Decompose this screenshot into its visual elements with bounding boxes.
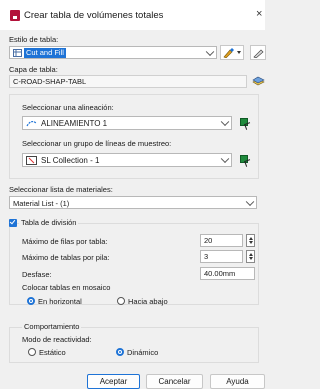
sample-lines-label: Seleccionar un grupo de líneas de muestr… [22,139,172,148]
pick-style-button[interactable] [250,45,266,60]
max-rows-label: Máximo de filas por tabla: [22,237,108,246]
reactivity-mode-label: Modo de reactividad: [22,335,92,344]
chevron-down-icon [245,197,255,206]
max-rows-spinner[interactable] [246,234,255,247]
max-tables-input[interactable]: 3 [200,250,243,263]
alignment-icon [26,120,37,127]
static-mode-label: Estático [39,348,66,357]
materials-dropdown[interactable]: Material List - (1) [9,196,257,209]
alignment-value: ALINEAMIENTO 1 [41,119,108,128]
chevron-down-icon [205,47,215,56]
dynamic-mode-label: Dinámico [127,348,159,357]
pick-sample-lines-icon[interactable] [240,155,248,163]
table-icon [13,49,22,57]
civil3d-app-icon [10,10,20,21]
sample-lines-dropdown[interactable]: SL Collection - 1 [22,153,232,167]
tile-horizontal-label: En horizontal [38,297,82,306]
behavior-group [9,327,259,363]
style-edit-icon [223,48,234,58]
split-table-checkbox[interactable] [9,219,17,227]
alignment-dropdown[interactable]: ALINEAMIENTO 1 [22,116,232,130]
behavior-label: Comportamiento [22,322,82,331]
split-table-label: Tabla de división [19,218,79,227]
tile-down-radio[interactable] [117,297,125,305]
max-tables-spinner[interactable] [246,250,255,263]
tile-down-label: Hacia abajo [128,297,168,306]
tile-horizontal-radio[interactable] [27,297,35,305]
accept-button[interactable]: Aceptar [87,374,140,389]
pick-alignment-icon[interactable] [240,118,248,126]
table-style-value: Cut and Fill [24,48,66,58]
window-title: Crear tabla de volúmenes totales [24,10,164,21]
table-style-label: Estilo de tabla: [9,35,59,44]
alignment-label: Seleccionar una alineación: [22,103,114,112]
sample-lines-value: SL Collection - 1 [41,156,100,165]
close-button[interactable]: × [256,8,262,20]
offset-input[interactable]: 40.00mm [200,267,255,280]
table-style-dropdown[interactable]: Cut and Fill [9,46,217,59]
edit-style-button[interactable] [220,45,244,60]
chevron-down-icon [220,117,230,127]
sample-lines-icon [26,156,37,165]
materials-label: Seleccionar lista de materiales: [9,185,113,194]
layer-icon[interactable] [252,75,265,88]
table-layer-field: C-ROAD-SHAP-TABL [9,75,247,88]
chevron-down-icon [220,154,230,164]
cancel-button[interactable]: Cancelar [146,374,203,389]
table-layer-label: Capa de tabla: [9,65,58,74]
pencil-icon [253,49,264,58]
tile-tables-label: Colocar tablas en mosaico [20,283,113,292]
static-mode-radio[interactable] [28,348,36,356]
offset-label: Desfase: [22,270,52,279]
materials-value: Material List - (1) [13,199,70,208]
dynamic-mode-radio[interactable] [116,348,124,356]
max-rows-input[interactable]: 20 [200,234,243,247]
chevron-down-icon [237,51,241,54]
help-button[interactable]: Ayuda [210,374,265,389]
max-tables-label: Máximo de tablas por pila: [22,253,110,262]
